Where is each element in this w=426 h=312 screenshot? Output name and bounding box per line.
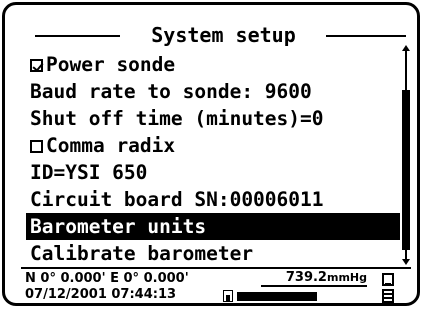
menu-item-shut-off-time[interactable]: Shut off time (minutes)=0: [26, 105, 400, 132]
menu-item-label: Barometer units: [30, 215, 207, 238]
status-bar: N 0° 0.000' E 0° 0.000' 07/12/2001 07:44…: [21, 267, 411, 303]
device-status: [378, 273, 398, 303]
menu-item-power-sonde[interactable]: Power sonde: [26, 51, 400, 78]
page-title: System setup: [151, 23, 296, 47]
barometer-reading: 739.2mmHg: [261, 271, 367, 287]
battery-indicator: [223, 290, 317, 302]
battery-fill: [237, 292, 317, 301]
title-rule-right: [326, 35, 406, 37]
battery-level-bar: [237, 292, 317, 301]
title-bar: System setup: [21, 21, 406, 51]
menu-item-calibrate-barometer[interactable]: Calibrate barometer: [26, 240, 400, 267]
menu-item-label: Calibrate barometer: [30, 242, 254, 265]
menu-item-label: Circuit board SN:00006011: [30, 188, 324, 211]
menu-item-label: Baud rate to sonde: 9600: [30, 80, 312, 103]
menu-item-label: Power sonde: [46, 53, 176, 76]
menu-item-circuit-board-sn[interactable]: Circuit board SN:00006011: [26, 186, 400, 213]
scroll-down-icon[interactable]: [402, 259, 410, 265]
barometer-value: 739.2: [285, 270, 327, 285]
menu-item-label: Comma radix: [46, 134, 176, 157]
date-time: 07/12/2001 07:44:13: [25, 287, 177, 302]
memory-icon: [382, 289, 394, 303]
menu-item-id[interactable]: ID=YSI 650: [26, 159, 400, 186]
title-rule-left: [35, 35, 120, 37]
menu-item-comma-radix[interactable]: Comma radix: [26, 132, 400, 159]
menu-item-baud-rate[interactable]: Baud rate to sonde: 9600: [26, 78, 400, 105]
checkbox-icon[interactable]: [30, 140, 43, 153]
menu-item-barometer-units[interactable]: Barometer units: [26, 213, 400, 240]
menu-item-label: ID=YSI 650: [30, 161, 148, 184]
scroll-thumb[interactable]: [402, 90, 410, 250]
gps-coordinates: N 0° 0.000' E 0° 0.000': [25, 271, 189, 286]
screen-frame: System setup Power sonde Baud rate to so…: [2, 2, 420, 306]
barometer-unit: mmHg: [326, 271, 367, 284]
battery-icon: [223, 290, 233, 302]
menu-list: Power sonde Baud rate to sonde: 9600 Shu…: [26, 51, 400, 267]
device-icon: [382, 273, 394, 286]
menu-item-label: Shut off time (minutes)=0: [30, 107, 324, 130]
scrollbar[interactable]: [400, 45, 410, 265]
checkbox-icon[interactable]: [30, 59, 43, 72]
